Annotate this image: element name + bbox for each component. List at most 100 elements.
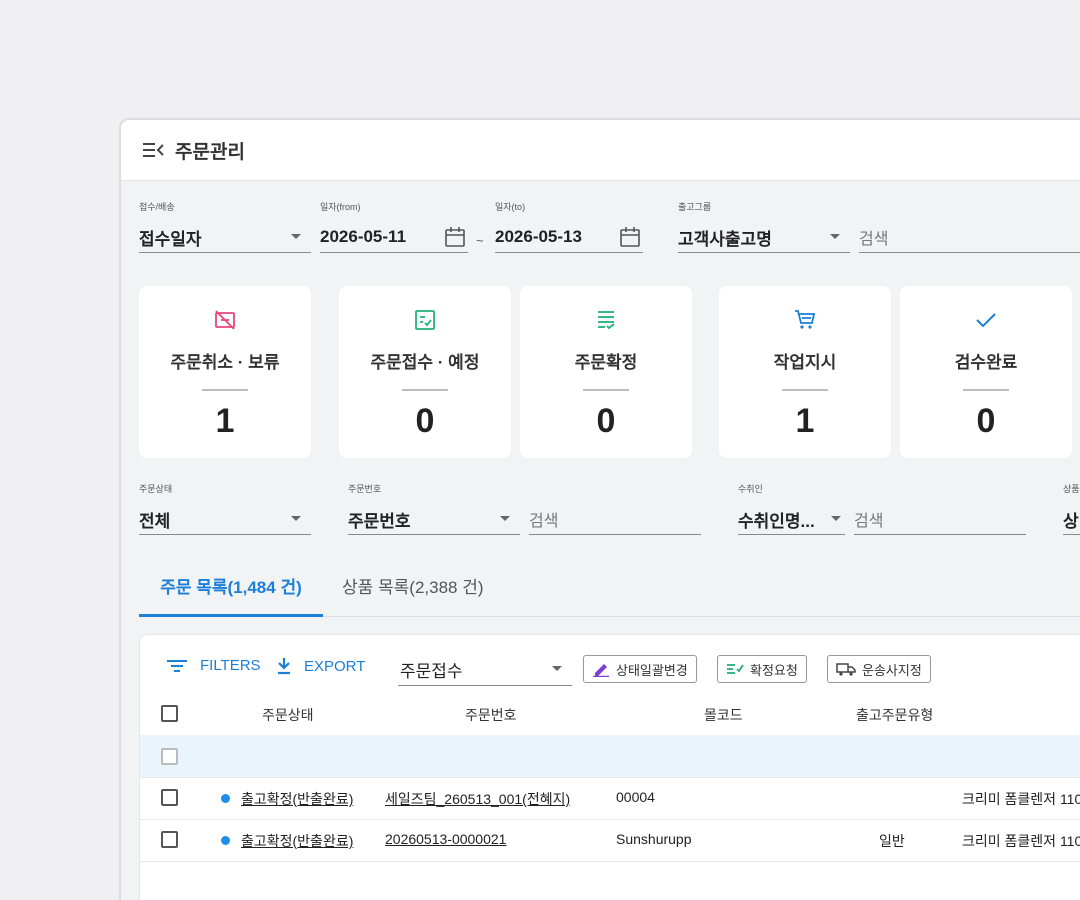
status-card-label: 검수완료 — [954, 353, 1018, 372]
column-header-status: 주문상태 — [262, 707, 314, 723]
confirm-request-button[interactable]: 확정요청 — [717, 655, 807, 683]
receipt-delivery-value: 접수일자 — [139, 229, 202, 249]
divider — [402, 389, 448, 391]
column-header-mall-code: 몰코드 — [704, 707, 743, 723]
order-status-value: 전체 — [139, 511, 171, 531]
table-row[interactable]: 출고확정(반출완료) 세일즈팀_260513_001(전혜지) 00004 크리… — [140, 777, 1080, 820]
order-number-value: 주문번호 — [348, 511, 411, 531]
product-cell: 크리미 폼클렌저 110 — [962, 833, 1080, 849]
column-header-order-type: 출고주문유형 — [856, 707, 934, 723]
search-placeholder: 검색 — [529, 513, 559, 530]
product-cell: 크리미 폼클렌저 110 — [962, 791, 1080, 807]
menu-collapse-icon[interactable] — [141, 140, 165, 160]
row-checkbox[interactable] — [161, 831, 178, 848]
order-number-search-input[interactable]: 검색 — [529, 482, 701, 535]
status-card-label: 작업지시 — [773, 353, 837, 372]
export-label: EXPORT — [304, 657, 366, 675]
search-placeholder: 검색 — [854, 513, 884, 530]
calendar-icon[interactable] — [619, 226, 641, 248]
shipping-group-search-input[interactable]: 검색 — [859, 200, 1080, 253]
product-select[interactable]: 상품 상 — [1063, 482, 1080, 535]
status-card-confirmed[interactable]: 주문확정 0 — [520, 286, 692, 458]
status-card-count: 1 — [795, 402, 815, 440]
calendar-icon[interactable] — [444, 226, 466, 248]
date-range-separator: ~ — [476, 233, 484, 248]
date-from-value: 2026-05-11 — [320, 227, 407, 246]
row-checkbox[interactable] — [161, 748, 178, 765]
order-number-link[interactable]: 20260513-0000021 — [385, 831, 506, 847]
filters-button[interactable]: FILTERS — [166, 657, 261, 674]
bulk-status-change-label: 상태일괄변경 — [616, 662, 688, 678]
date-from-field[interactable]: 일자(from) 2026-05-11 — [320, 200, 468, 253]
product-value: 상 — [1063, 511, 1079, 531]
table-row-empty — [140, 735, 1080, 778]
order-number-select[interactable]: 주문번호 주문번호 — [348, 482, 520, 535]
status-card-label: 주문접수 · 예정 — [370, 353, 480, 372]
order-status-link[interactable]: 출고확정(반출완료) — [241, 789, 353, 809]
status-change-value: 주문접수 — [400, 662, 463, 681]
status-dot — [221, 794, 230, 803]
date-from-label: 일자(from) — [320, 202, 361, 212]
status-card-count: 0 — [976, 402, 996, 440]
divider — [202, 389, 248, 391]
order-number-link[interactable]: 세일즈팀_260513_001(전혜지) — [385, 789, 570, 809]
date-to-field[interactable]: 일자(to) 2026-05-13 — [495, 200, 643, 253]
mall-code-cell: Sunshurupp — [616, 831, 692, 847]
page-title: 주문관리 — [175, 141, 245, 163]
order-status-link[interactable]: 출고확정(반출완료) — [241, 831, 353, 851]
assign-carrier-label: 운송사지정 — [862, 662, 922, 678]
tab-product-list[interactable]: 상품 목록(2,388 건) — [342, 568, 484, 614]
list-tabs: 주문 목록(1,484 건) 상품 목록(2,388 건) — [139, 568, 1080, 617]
recipient-label: 수취인 — [738, 484, 763, 494]
recipient-select[interactable]: 수취인 수취인명... — [738, 482, 845, 535]
receipt-delivery-select[interactable]: 접수/배송 접수일자 — [139, 200, 311, 253]
status-card-received[interactable]: 주문접수 · 예정 0 — [339, 286, 511, 458]
divider — [583, 389, 629, 391]
order-type-cell: 일반 — [879, 833, 905, 849]
status-card-inspected[interactable]: 검수완료 0 — [900, 286, 1072, 458]
chevron-down-icon — [500, 516, 510, 521]
recipient-search-input[interactable]: 검색 — [854, 482, 1026, 535]
row-checkbox[interactable] — [161, 789, 178, 806]
cart-icon — [795, 310, 816, 329]
list-check-icon — [727, 664, 744, 674]
tab-order-list[interactable]: 주문 목록(1,484 건) — [139, 568, 323, 617]
recipient-value: 수취인명... — [738, 511, 815, 531]
product-label: 상품 — [1063, 484, 1080, 494]
check-form-icon — [415, 310, 435, 330]
order-status-select[interactable]: 주문상태 전체 — [139, 482, 311, 535]
status-card-cancel-hold[interactable]: 주문취소 · 보류 1 — [139, 286, 311, 458]
filter-icon — [167, 659, 187, 672]
order-status-label: 주문상태 — [139, 484, 173, 494]
divider — [963, 389, 1009, 391]
page-header: 주문관리 — [121, 120, 1080, 181]
export-button[interactable]: EXPORT — [276, 657, 365, 675]
assign-carrier-button[interactable]: 운송사지정 — [827, 655, 931, 683]
chevron-down-icon — [291, 516, 301, 521]
download-icon — [278, 658, 290, 675]
chevron-down-icon — [831, 516, 841, 521]
truck-icon — [836, 663, 856, 676]
select-all-checkbox[interactable] — [161, 705, 178, 722]
status-card-count: 1 — [215, 402, 235, 440]
table-row[interactable]: 출고확정(반출완료) 20260513-0000021 Sunshurupp 일… — [140, 819, 1080, 862]
shipping-group-label: 출고그룹 — [678, 202, 712, 212]
confirm-request-label: 확정요청 — [750, 662, 798, 678]
status-card-count: 0 — [596, 402, 616, 440]
order-table-panel: FILTERS EXPORT 주문접수 상태일괄변경 확정요청 운송사지정 주문… — [139, 634, 1080, 900]
edit-icon — [593, 664, 609, 677]
order-number-label: 주문번호 — [348, 484, 382, 494]
status-change-select[interactable]: 주문접수 — [398, 653, 572, 686]
check-icon — [976, 313, 996, 328]
date-to-label: 일자(to) — [495, 202, 526, 212]
mall-code-cell: 00004 — [616, 789, 655, 805]
status-card-work-order[interactable]: 작업지시 1 — [719, 286, 891, 458]
chevron-down-icon — [830, 234, 840, 239]
status-dot — [221, 836, 230, 845]
date-to-value: 2026-05-13 — [495, 227, 582, 246]
filters-label: FILTERS — [200, 657, 261, 674]
shipping-group-select[interactable]: 출고그룹 고객사출고명 — [678, 200, 850, 253]
shipping-group-value: 고객사출고명 — [678, 229, 772, 249]
cancel-hold-icon — [215, 310, 235, 330]
bulk-status-change-button[interactable]: 상태일괄변경 — [583, 655, 697, 683]
